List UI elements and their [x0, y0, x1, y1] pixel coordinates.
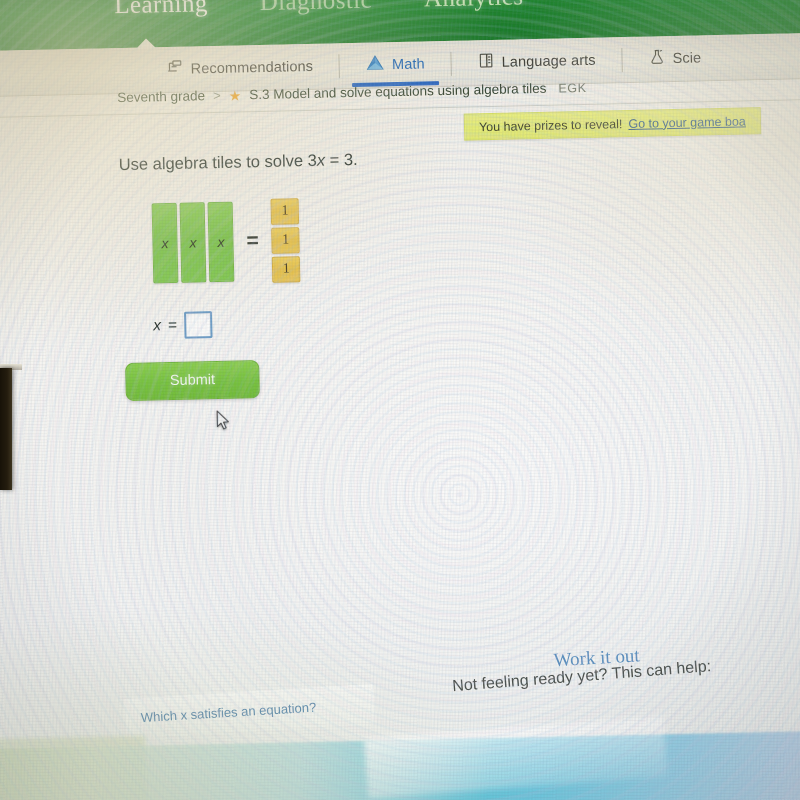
answer-variable-label: x	[153, 316, 162, 334]
one-tile[interactable]: 1	[272, 256, 301, 283]
question-right-side: 3.	[343, 150, 358, 170]
pyramid-icon	[366, 54, 385, 75]
tab-label: Math	[391, 55, 425, 73]
bezel-dark-edge	[0, 368, 12, 490]
arrow-cursor-icon	[216, 410, 230, 431]
tab-math[interactable]: Math	[340, 41, 452, 88]
one-tile-group: 1 1 1	[270, 198, 301, 283]
answer-equals-label: =	[167, 316, 178, 334]
prize-banner-link[interactable]: Go to your game boa	[628, 114, 746, 131]
star-icon[interactable]: ★	[229, 87, 242, 103]
photo-frame: Learning Diagnostic Analytics Reco	[0, 0, 800, 800]
algebra-tiles-diagram: x x x = 1 1 1	[151, 198, 301, 285]
nav-item-analytics[interactable]: Analytics	[424, 0, 524, 13]
podium-icon	[166, 59, 183, 80]
tab-science[interactable]: Scie	[622, 35, 728, 82]
top-nav: Learning Diagnostic Analytics	[114, 0, 524, 20]
screenshot-root: Learning Diagnostic Analytics Reco	[0, 0, 800, 800]
nav-item-diagnostic[interactable]: Diagnostic	[259, 0, 372, 17]
tab-language-arts[interactable]: Language arts	[451, 37, 622, 86]
tab-label: Language arts	[501, 52, 596, 71]
one-tile[interactable]: 1	[270, 198, 300, 225]
breadcrumb-grade[interactable]: Seventh grade	[117, 88, 205, 105]
answer-row: x =	[153, 311, 213, 339]
submit-button[interactable]: Submit	[125, 360, 260, 402]
equals-sign: =	[246, 229, 259, 253]
x-tile[interactable]: x	[151, 202, 179, 284]
question-equals: =	[324, 151, 345, 170]
prize-banner-message: You have prizes to reveal!	[478, 116, 623, 134]
book-icon	[477, 52, 494, 73]
x-tile-group: x x x	[151, 201, 235, 284]
question-prefix: Use algebra tiles to solve	[118, 152, 308, 175]
x-tile[interactable]: x	[207, 201, 235, 283]
breadcrumb-skill-code: EGK	[558, 80, 587, 96]
one-tile[interactable]: 1	[271, 227, 300, 254]
answer-input[interactable]	[183, 311, 213, 339]
nav-item-learning[interactable]: Learning	[114, 0, 208, 20]
x-tile[interactable]: x	[179, 202, 207, 283]
flask-icon	[648, 48, 665, 69]
tab-label: Scie	[672, 49, 702, 67]
breadcrumb-separator: >	[212, 87, 221, 104]
tab-label: Recommendations	[190, 58, 314, 78]
